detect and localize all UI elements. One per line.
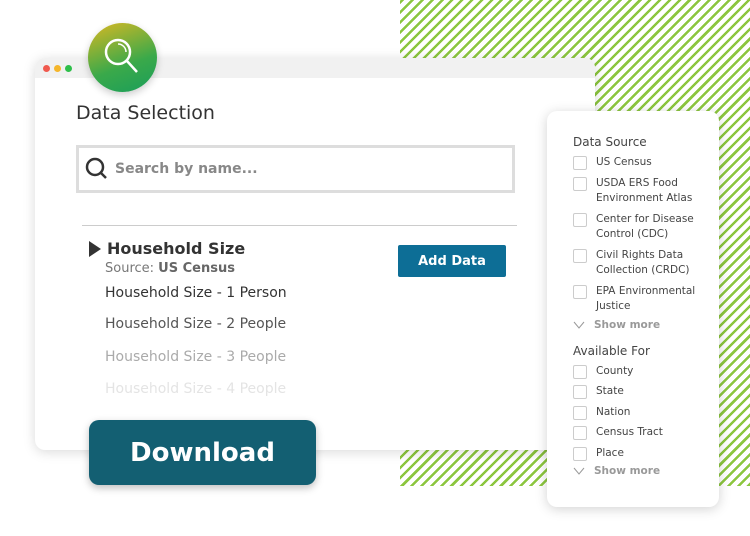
show-more-sources[interactable]: Show more <box>573 319 719 331</box>
expand-triangle-icon[interactable] <box>89 240 101 257</box>
checkbox[interactable] <box>573 212 587 227</box>
checkbox[interactable] <box>573 248 587 263</box>
filter-option[interactable]: Census Tract <box>573 425 719 441</box>
data-selection-window: Data Selection Search by name... Househo… <box>35 58 595 450</box>
search-input[interactable]: Search by name... <box>76 145 515 193</box>
close-dot[interactable] <box>43 64 50 72</box>
maximize-dot[interactable] <box>65 64 72 72</box>
minimize-dot[interactable] <box>54 64 61 72</box>
list-item[interactable]: Household Size - 2 People <box>105 316 286 332</box>
chevron-down-icon <box>573 467 585 475</box>
filter-option[interactable]: Place <box>573 446 719 462</box>
checkbox[interactable] <box>573 426 587 440</box>
group-source: Source: US Census <box>105 261 235 276</box>
list-item[interactable]: Household Size - 3 People <box>105 349 286 365</box>
list-item[interactable]: Household Size - 4 People <box>105 381 286 397</box>
download-button[interactable]: Download <box>89 420 316 485</box>
checkbox[interactable] <box>573 385 587 399</box>
search-logo <box>88 23 157 92</box>
available-for-heading: Available For <box>573 343 650 358</box>
show-more-available[interactable]: Show more <box>573 465 719 477</box>
magnifier-icon <box>104 38 138 73</box>
list-item[interactable]: Household Size - 1 Person <box>105 285 287 301</box>
checkbox[interactable] <box>573 364 587 379</box>
group-name: Household Size <box>107 239 246 258</box>
chevron-down-icon <box>573 321 585 329</box>
checkbox[interactable] <box>573 156 587 170</box>
search-icon <box>85 157 107 179</box>
checkbox[interactable] <box>573 446 587 461</box>
filter-option[interactable]: Civil Rights Data Collection (CRDC) <box>573 248 719 279</box>
add-data-button[interactable]: Add Data <box>398 245 506 277</box>
checkbox[interactable] <box>573 176 587 191</box>
divider <box>82 225 517 226</box>
filter-option[interactable]: EPA Environmental Justice <box>573 284 719 315</box>
filter-option[interactable]: US Census <box>573 155 719 171</box>
checkbox[interactable] <box>573 284 587 299</box>
filter-option[interactable]: USDA ERS Food Environment Atlas <box>573 176 719 207</box>
filter-panel: Data Source US Census USDA ERS Food Envi… <box>547 111 719 507</box>
filter-option[interactable]: Center for Disease Control (CDC) <box>573 212 719 243</box>
search-placeholder: Search by name... <box>115 161 258 177</box>
group-heading[interactable]: Household Size <box>89 239 245 258</box>
data-source-heading: Data Source <box>573 135 647 149</box>
filter-option[interactable]: State <box>573 384 719 400</box>
page-title: Data Selection <box>76 102 215 124</box>
checkbox[interactable] <box>573 405 587 420</box>
filter-option[interactable]: County <box>573 364 719 380</box>
filter-option[interactable]: Nation <box>573 405 719 421</box>
